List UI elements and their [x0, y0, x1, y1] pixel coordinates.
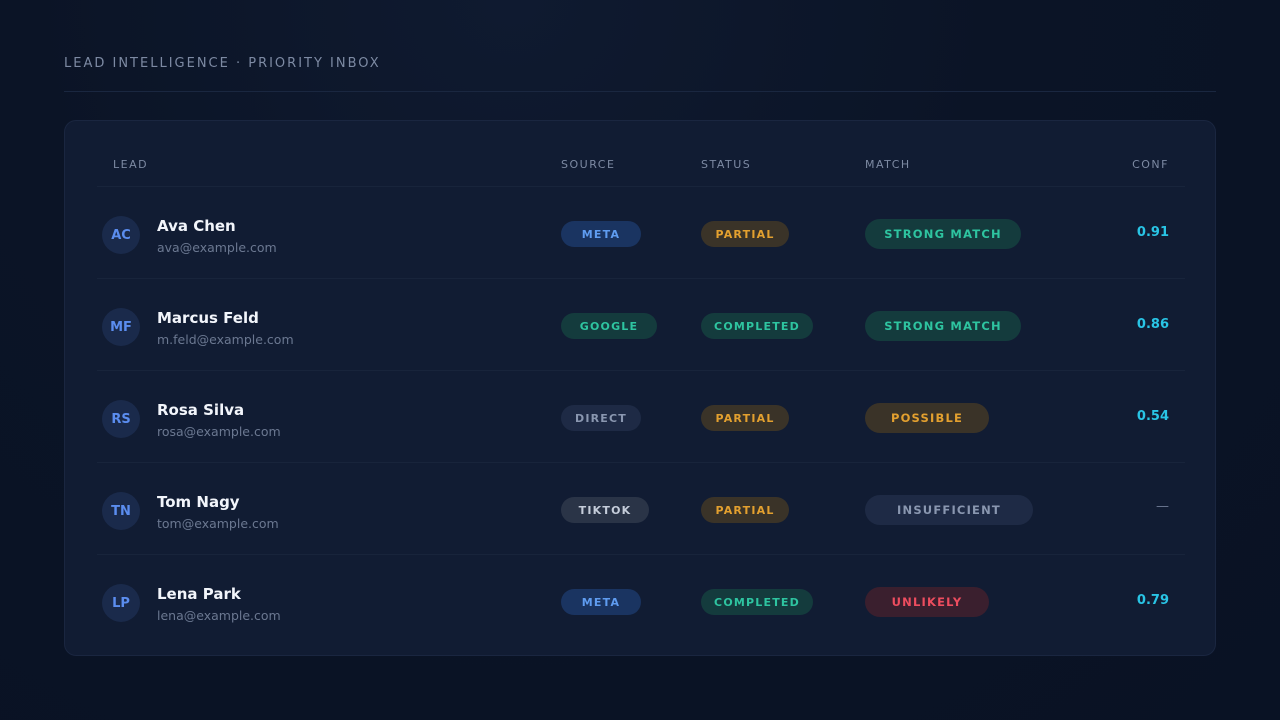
- leads-table-card: LEAD SOURCE STATUS MATCH CONF AC Ava Che…: [64, 120, 1216, 656]
- avatar: LP: [102, 584, 140, 622]
- status-badge: PARTIAL: [701, 497, 789, 523]
- table-row[interactable]: AC Ava Chen ava@example.com META PARTIAL…: [97, 187, 1185, 279]
- avatar: AC: [102, 216, 140, 254]
- confidence-score: 0.54: [1136, 409, 1169, 424]
- column-header-status[interactable]: STATUS: [701, 158, 751, 171]
- lead-email: m.feld@example.com: [157, 332, 294, 347]
- table-row[interactable]: MF Marcus Feld m.feld@example.com GOOGLE…: [97, 279, 1185, 371]
- match-badge: UNLIKELY: [865, 587, 989, 617]
- confidence-score: 0.79: [1136, 593, 1169, 608]
- column-header-lead[interactable]: LEAD: [113, 158, 148, 171]
- status-badge: COMPLETED: [701, 313, 813, 339]
- confidence-score: 0.86: [1136, 317, 1169, 332]
- source-badge: META: [561, 221, 641, 247]
- match-badge: INSUFFICIENT: [865, 495, 1033, 525]
- match-badge: STRONG MATCH: [865, 311, 1021, 341]
- table-row[interactable]: RS Rosa Silva rosa@example.com DIRECT PA…: [97, 371, 1185, 463]
- avatar: TN: [102, 492, 140, 530]
- lead-email: rosa@example.com: [157, 424, 281, 439]
- source-badge: META: [561, 589, 641, 615]
- match-badge: POSSIBLE: [865, 403, 989, 433]
- match-badge: STRONG MATCH: [865, 219, 1021, 249]
- source-badge: GOOGLE: [561, 313, 657, 339]
- confidence-score: 0.91: [1136, 225, 1169, 240]
- lead-name[interactable]: Lena Park: [157, 585, 241, 603]
- lead-name[interactable]: Tom Nagy: [157, 493, 240, 511]
- source-badge: TIKTOK: [561, 497, 649, 523]
- column-header-source[interactable]: SOURCE: [561, 158, 615, 171]
- lead-email: ava@example.com: [157, 240, 277, 255]
- status-badge: COMPLETED: [701, 589, 813, 615]
- column-header-conf[interactable]: CONF: [1132, 158, 1169, 171]
- status-badge: PARTIAL: [701, 221, 789, 247]
- avatar: MF: [102, 308, 140, 346]
- header-divider: [64, 91, 1216, 92]
- lead-email: tom@example.com: [157, 516, 279, 531]
- table-header: LEAD SOURCE STATUS MATCH CONF: [97, 121, 1185, 187]
- table-row[interactable]: TN Tom Nagy tom@example.com TIKTOK PARTI…: [97, 463, 1185, 555]
- avatar: RS: [102, 400, 140, 438]
- column-header-match[interactable]: MATCH: [865, 158, 911, 171]
- source-badge: DIRECT: [561, 405, 641, 431]
- confidence-score: —: [1156, 499, 1169, 514]
- lead-name[interactable]: Ava Chen: [157, 217, 236, 235]
- lead-name[interactable]: Marcus Feld: [157, 309, 259, 327]
- page-title: LEAD INTELLIGENCE · PRIORITY INBOX: [64, 56, 381, 71]
- lead-name[interactable]: Rosa Silva: [157, 401, 244, 419]
- status-badge: PARTIAL: [701, 405, 789, 431]
- lead-email: lena@example.com: [157, 608, 281, 623]
- table-row[interactable]: LP Lena Park lena@example.com META COMPL…: [97, 555, 1185, 647]
